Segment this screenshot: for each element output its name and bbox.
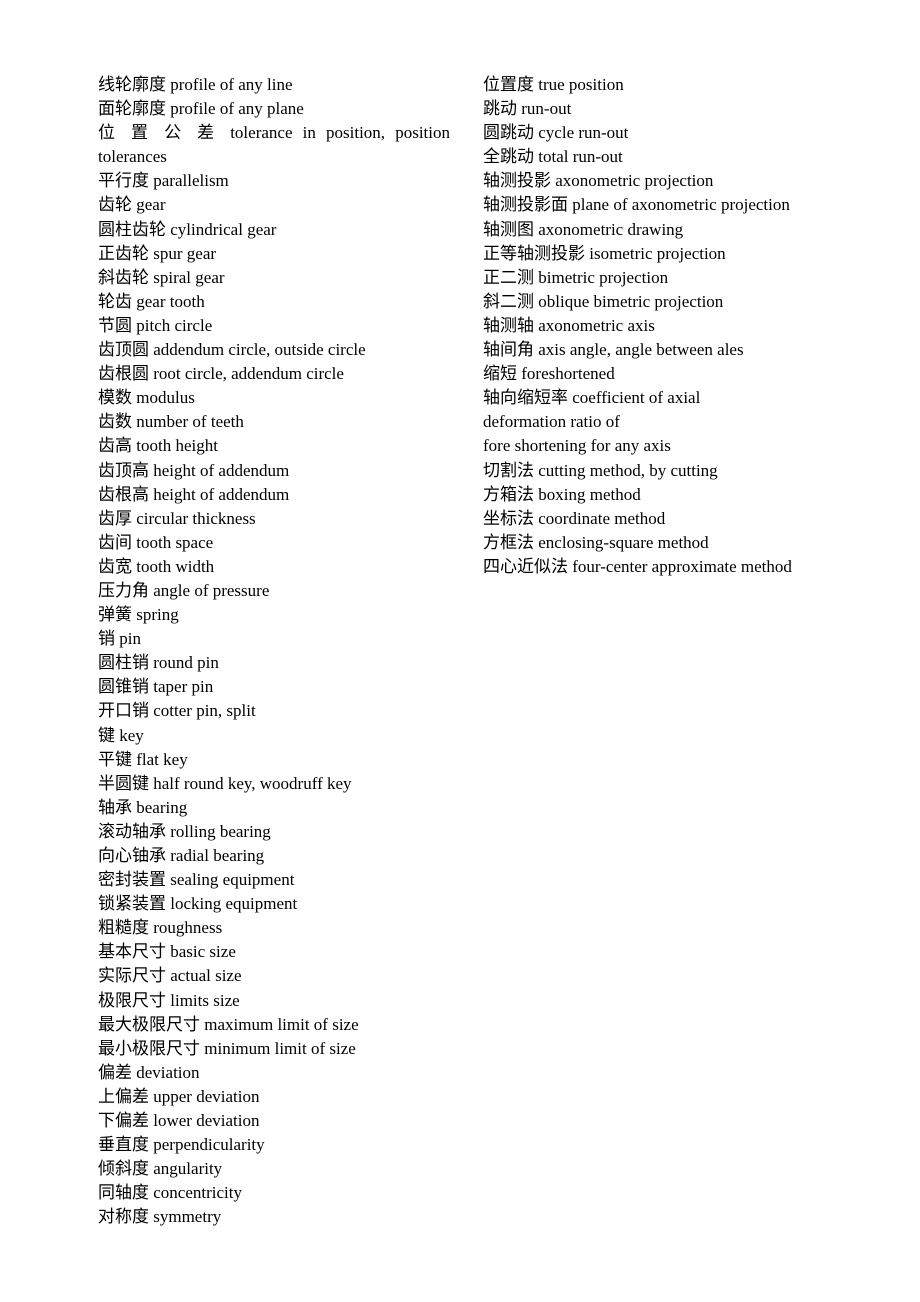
glossary-entry: 偏差 deviation xyxy=(98,1062,200,1082)
glossary-entry: 齿高 tooth height xyxy=(98,436,218,456)
glossary-entry: 轴测轴 axonometric axis xyxy=(483,315,655,335)
glossary-entry: 四心近似法 four-center approximate method xyxy=(483,556,792,576)
glossary-entry: 齿顶圆 addendum circle, outside circle xyxy=(98,340,366,360)
glossary-entry: 齿数 number of teeth xyxy=(98,412,244,432)
glossary-entry: 最小极限尺寸 minimum limit of size xyxy=(98,1038,356,1058)
glossary-entry: 销 pin xyxy=(98,629,141,649)
glossary-entry: 极限尺寸 limits size xyxy=(98,990,240,1010)
glossary-entry: 压力角 angle of pressure xyxy=(98,580,270,600)
glossary-entry: 轴测图 axonometric drawing xyxy=(483,219,684,239)
glossary-entry: 位 置 公 差 tolerance in position, position xyxy=(98,123,450,143)
glossary-entry: 密封装置 sealing equipment xyxy=(98,870,295,890)
glossary-entry: 齿轮 gear xyxy=(98,195,166,215)
glossary-entry: 基本尺寸 basic size xyxy=(98,942,236,962)
glossary-entry: 下偏差 lower deviation xyxy=(98,1111,260,1131)
glossary-entry: 模数 modulus xyxy=(98,388,195,408)
left-column: 线轮廓度 profile of any line 面轮廓度 profile of … xyxy=(98,73,450,1230)
glossary-entry: 平键 flat key xyxy=(98,749,188,769)
glossary-entry: 跳动 run-out xyxy=(483,99,572,119)
glossary-entry: 正二测 bimetric projection xyxy=(483,267,669,287)
glossary-entry: 齿根圆 root circle, addendum circle xyxy=(98,364,344,384)
glossary-entry: 轴测投影面 plane of axonometric projection xyxy=(483,195,790,215)
glossary-entry: 全跳动 total run-out xyxy=(483,147,623,167)
glossary-entry: 节圆 pitch circle xyxy=(98,315,213,335)
glossary-entry: 正齿轮 spur gear xyxy=(98,243,217,263)
glossary-entry: 位置度 true position xyxy=(483,75,624,94)
glossary-entry: 键 key xyxy=(98,725,144,745)
glossary-entry: 弹簧 spring xyxy=(98,605,179,625)
glossary-entry: 齿根高 height of addendum xyxy=(98,484,290,504)
glossary-entry: 斜齿轮 spiral gear xyxy=(98,267,225,287)
glossary-entry: tolerances xyxy=(98,147,167,167)
glossary-entry: 方框法 enclosing-square method xyxy=(483,532,709,552)
glossary-entry: 倾斜度 angularity xyxy=(98,1159,223,1179)
glossary-entry: 上偏差 upper deviation xyxy=(98,1086,260,1106)
glossary-entry: 轴测投影 axonometric projection xyxy=(483,171,714,191)
glossary-entry: 坐标法 coordinate method xyxy=(483,508,666,528)
glossary-entry: 开口销 cotter pin, split xyxy=(98,701,256,721)
glossary-entry: 同轴度 concentricity xyxy=(98,1183,242,1203)
glossary-entry: deformation ratio of xyxy=(483,412,620,432)
glossary-entry: 实际尺寸 actual size xyxy=(98,966,242,986)
glossary-entry: 向心铀承 radial bearing xyxy=(98,846,265,865)
glossary-entry: 滚动轴承 rolling bearing xyxy=(98,821,271,841)
glossary-entry: 轴向缩短率 coefficient of axial xyxy=(483,388,701,408)
glossary-entry: 面轮廓度 profile of any plane xyxy=(98,99,304,119)
glossary-entry: fore shortening for any axis xyxy=(483,436,671,456)
glossary-entry: 粗糙度 roughness xyxy=(98,918,223,938)
glossary-entry: 正等轴测投影 isometric projection xyxy=(483,243,726,263)
glossary-entry: 垂直度 perpendicularity xyxy=(98,1135,265,1155)
glossary-entry: 切割法 cutting method, by cutting xyxy=(483,460,718,480)
glossary-entry: 最大极限尺寸 maximum limit of size xyxy=(98,1014,359,1034)
glossary-entry: 圆柱销 round pin xyxy=(98,653,219,673)
glossary-entry: 轮齿 gear tooth xyxy=(98,291,205,311)
glossary-entry: 缩短 foreshortened xyxy=(483,364,615,384)
glossary-entry: 方箱法 boxing method xyxy=(483,484,641,504)
glossary-entry: 齿顶高 height of addendum xyxy=(98,460,290,480)
glossary-entry: 轴间角 axis angle, angle between ales xyxy=(483,340,744,360)
glossary-entry: 齿厚 circular thickness xyxy=(98,508,256,528)
glossary-entry: 半圆键 half round key, woodruff key xyxy=(98,773,352,793)
glossary-entry: 线轮廓度 profile of any line xyxy=(98,75,293,94)
glossary-entry: 平行度 parallelism xyxy=(98,171,229,191)
glossary-entry: 对称度 symmetry xyxy=(98,1207,222,1227)
glossary-entry: 圆跳动 cycle run-out xyxy=(483,123,629,143)
glossary-entry: 圆柱齿轮 cylindrical gear xyxy=(98,219,277,239)
glossary-entry: 锁紧装置 locking equipment xyxy=(98,894,298,914)
glossary-entry: 齿间 tooth space xyxy=(98,532,214,552)
glossary-entry: 齿宽 tooth width xyxy=(98,556,215,576)
glossary-entry: 斜二测 oblique bimetric projection xyxy=(483,291,724,311)
right-column: 位置度 true position 跳动 run-out 圆跳动 cycle run… xyxy=(483,73,883,579)
glossary-entry: 圆锥销 taper pin xyxy=(98,677,214,697)
glossary-entry: 轴承 bearing xyxy=(98,797,188,817)
